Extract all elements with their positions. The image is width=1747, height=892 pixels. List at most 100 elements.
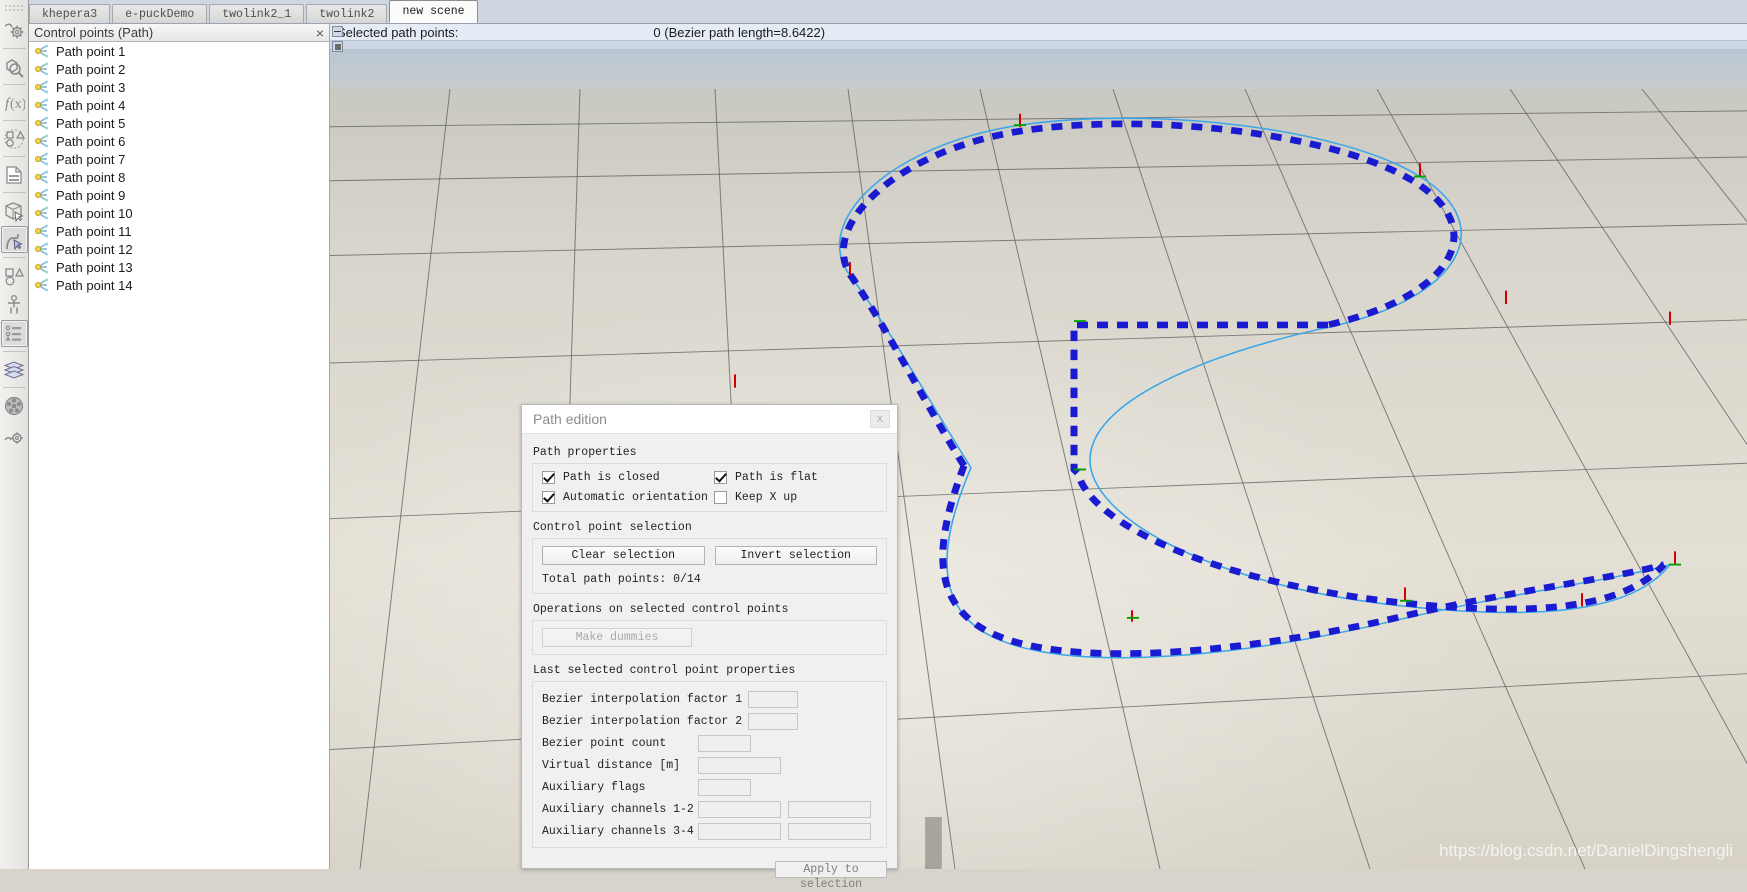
list-item[interactable]: Path point 9 <box>29 186 329 204</box>
auxiliary-channel-4-input[interactable] <box>788 822 871 840</box>
video-recorder-icon[interactable] <box>1 392 28 419</box>
script-fx-icon[interactable]: f (x) <box>1 89 28 116</box>
make-dummies-button[interactable]: Make dummies <box>542 628 692 647</box>
bezier-factor-2-input[interactable] <box>748 712 799 730</box>
list-item-label: Path point 9 <box>56 187 126 203</box>
tab-khepera3[interactable]: khepera3 <box>29 4 111 23</box>
list-item-label: Path point 6 <box>56 133 126 149</box>
list-item[interactable]: Path point 4 <box>29 96 329 114</box>
list-item-label: Path point 13 <box>56 259 133 275</box>
field-row: Bezier interpolation factor 1 <box>542 689 877 709</box>
operations-label: Operations on selected control points <box>533 603 789 616</box>
bezier-factor-1-input[interactable] <box>748 690 799 708</box>
bezier-factor-1-label: Bezier interpolation factor 1 <box>542 692 743 706</box>
apply-to-selection-button[interactable]: Apply to selection <box>775 861 887 891</box>
list-item[interactable]: Path point 11 <box>29 222 329 240</box>
list-item[interactable]: Path point 1 <box>29 42 329 60</box>
last-selected-properties-group: Bezier interpolation factor 1 Bezier int… <box>532 681 887 848</box>
checkbox-path-is-flat[interactable]: Path is flat <box>714 471 818 484</box>
checkbox-automatic-orientation[interactable]: Automatic orientation <box>542 491 714 504</box>
close-icon[interactable]: x <box>870 410 890 428</box>
close-icon[interactable]: × <box>311 24 329 41</box>
user-settings-icon[interactable] <box>1 421 28 448</box>
page-settings-icon[interactable] <box>1 17 28 44</box>
model-browser-icon[interactable] <box>1 291 28 318</box>
dialog-title: Path edition <box>533 411 607 427</box>
list-item-label: Path point 14 <box>56 277 133 293</box>
auxiliary-flags-input[interactable] <box>698 778 751 796</box>
checkbox-path-is-closed[interactable]: Path is closed <box>542 471 714 484</box>
toolbar-separator <box>2 156 26 157</box>
clear-selection-button[interactable]: Clear selection <box>542 546 705 565</box>
checkbox-box[interactable] <box>542 471 555 484</box>
checkbox-box[interactable] <box>542 491 555 504</box>
tab-twolink2-1[interactable]: twolink2_1 <box>209 4 305 23</box>
checkbox-box[interactable] <box>714 491 727 504</box>
list-item[interactable]: Path point 10 <box>29 204 329 222</box>
primitive-shapes-icon[interactable] <box>1 262 28 289</box>
tab-e-puckdemo[interactable]: e-puckDemo <box>112 4 208 23</box>
dialog-title-bar[interactable]: Path edition x <box>522 405 897 434</box>
list-item[interactable]: Path point 7 <box>29 150 329 168</box>
toolbar-drag-handle[interactable] <box>4 4 24 13</box>
list-item-label: Path point 1 <box>56 43 126 59</box>
apply-row: Apply to selection <box>522 857 897 891</box>
list-item[interactable]: Path point 12 <box>29 240 329 258</box>
checkbox-label: Automatic orientation <box>563 491 708 504</box>
selection-status-bar-secondary <box>330 41 1747 49</box>
toolbar-separator <box>2 387 26 388</box>
toolbar-separator <box>2 257 26 258</box>
scene-hierarchy-icon[interactable] <box>0 320 28 347</box>
tab-twolink2[interactable]: twolink2 <box>306 4 388 23</box>
checkbox-label: Path is closed <box>563 471 660 484</box>
layers-icon[interactable] <box>1 356 28 383</box>
list-item[interactable]: Path point 14 <box>29 276 329 294</box>
toolbar-separator <box>2 351 26 352</box>
hierarchy-title: Control points (Path) <box>34 25 154 40</box>
selected-path-points-value: 0 (Bezier path length=8.6422) <box>653 24 826 40</box>
total-path-points-label: Total path points: 0/14 <box>542 573 701 586</box>
list-item[interactable]: Path point 6 <box>29 132 329 150</box>
virtual-distance-input[interactable] <box>698 756 781 774</box>
auxiliary-channel-1-input[interactable] <box>698 800 781 818</box>
invert-selection-button[interactable]: Invert selection <box>714 546 877 565</box>
bezier-point-count-label: Bezier point count <box>542 736 667 750</box>
list-item-label: Path point 7 <box>56 151 126 167</box>
selection-status-bar: Selected path points: 0 (Bezier path len… <box>330 24 1747 41</box>
path-edit-icon[interactable] <box>0 226 28 253</box>
status-collapse-icon[interactable] <box>332 26 343 37</box>
list-item-label: Path point 2 <box>56 61 126 77</box>
list-item[interactable]: Path point 5 <box>29 114 329 132</box>
field-row: Auxiliary channels 1-2 <box>542 799 877 819</box>
bezier-point-count-input[interactable] <box>698 734 751 752</box>
shape-grouping-icon[interactable] <box>1 125 28 152</box>
list-item-label: Path point 5 <box>56 115 126 131</box>
selected-path-points-label: Selected path points: <box>337 24 459 40</box>
operations-group: Make dummies <box>532 620 887 655</box>
list-item[interactable]: Path point 8 <box>29 168 329 186</box>
checkbox-keep-x-up[interactable]: Keep X up <box>714 491 818 504</box>
control-point-selection-label: Control point selection <box>533 521 692 534</box>
hierarchy-header: Control points (Path) × <box>29 24 329 42</box>
auxiliary-channel-2-input[interactable] <box>788 800 871 818</box>
list-item[interactable]: Path point 3 <box>29 78 329 96</box>
checkbox-box[interactable] <box>714 471 727 484</box>
texture-dialog-icon[interactable] <box>1 161 28 188</box>
auxiliary-channels-1-2-label: Auxiliary channels 1-2 <box>542 802 694 816</box>
list-item[interactable]: Path point 13 <box>29 258 329 276</box>
path-point-list: Path point 1 Path point 2 Path point 3 Path… <box>29 42 329 294</box>
list-item-label: Path point 10 <box>56 205 133 221</box>
field-row: Auxiliary flags <box>542 777 877 797</box>
auxiliary-channel-3-input[interactable] <box>698 822 781 840</box>
status-expand-icon[interactable] <box>332 41 343 52</box>
list-item[interactable]: Path point 2 <box>29 60 329 78</box>
tab-new-scene[interactable]: new scene <box>389 0 478 23</box>
checkbox-label: Keep X up <box>735 491 798 504</box>
dialog-body: Path properties Path is closed Automatic… <box>522 434 897 848</box>
last-selected-properties-label: Last selected control point properties <box>533 664 796 677</box>
object-select-icon[interactable] <box>1 197 28 224</box>
calculation-module-icon[interactable] <box>1 53 28 80</box>
toolbar-separator <box>2 192 26 193</box>
toolbar-separator <box>2 48 26 49</box>
list-item-label: Path point 4 <box>56 97 126 113</box>
